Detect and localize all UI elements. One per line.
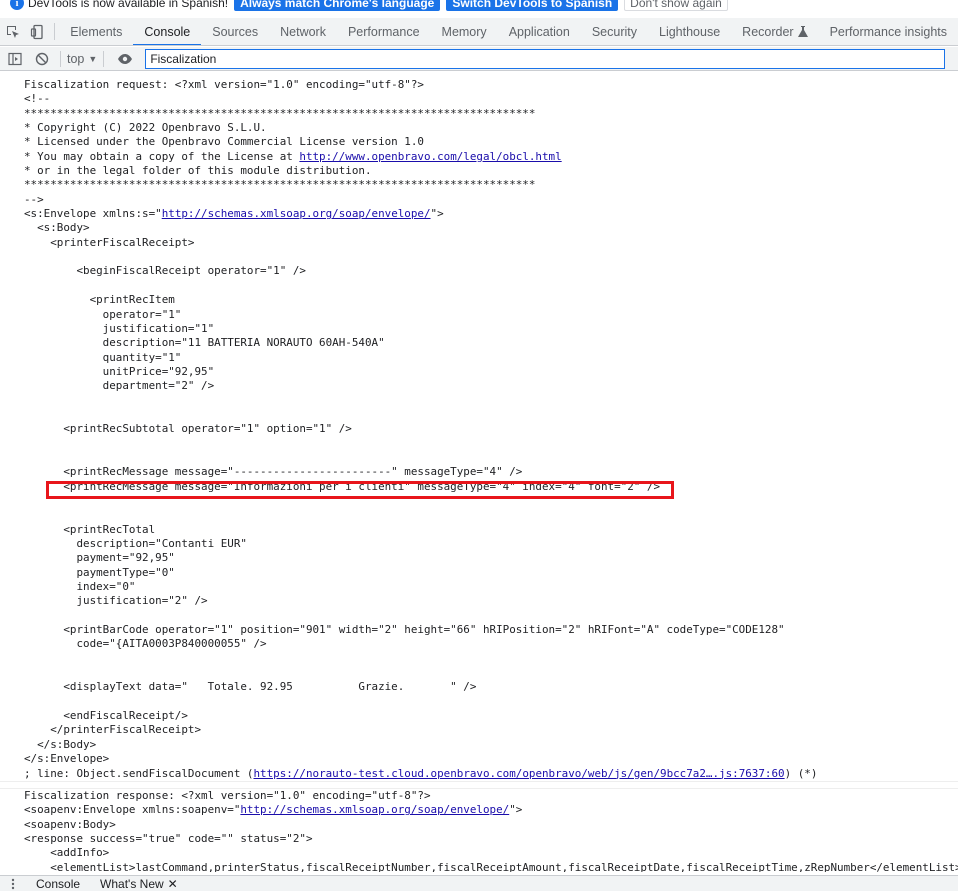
tab-network[interactable]: Network: [269, 18, 337, 45]
tabbar-divider: [54, 23, 56, 40]
log-line: Fiscalization response: <?xml version="1…: [24, 789, 958, 872]
log-line: Fiscalization request: <?xml version="1.…: [24, 78, 818, 780]
tab-lighthouse[interactable]: Lighthouse: [648, 18, 731, 45]
infobar-message: DevTools is now available in Spanish!: [28, 0, 229, 10]
switch-to-spanish-button[interactable]: Switch DevTools to Spanish: [446, 0, 619, 11]
clear-console-icon[interactable]: [30, 48, 54, 70]
tab-memory[interactable]: Memory: [431, 18, 498, 45]
flask-icon: [797, 25, 808, 37]
tab-performance-insights[interactable]: Performance insights: [819, 18, 958, 45]
tab-security[interactable]: Security: [581, 18, 648, 45]
bottom-drawer: Console What's New ✕: [0, 875, 958, 891]
language-infobar: i DevTools is now available in Spanish! …: [0, 0, 958, 11]
toolbar-divider: [60, 50, 61, 67]
show-sidebar-icon[interactable]: [3, 48, 27, 70]
more-tools-icon[interactable]: [0, 878, 26, 890]
live-expression-eye-icon[interactable]: [113, 48, 137, 70]
soap-envelope-link[interactable]: http://schemas.xmlsoap.org/soap/envelope…: [240, 803, 509, 816]
device-toolbar-icon[interactable]: [25, 18, 50, 45]
soap-envelope-link[interactable]: http://schemas.xmlsoap.org/soap/envelope…: [162, 207, 431, 220]
drawer-tab-console[interactable]: Console: [26, 877, 90, 891]
toolbar-divider: [103, 50, 105, 67]
context-value: top: [67, 51, 85, 66]
tab-recorder[interactable]: Recorder: [731, 18, 818, 45]
devtools-tabbar: Elements Console Sources Network Perform…: [0, 18, 958, 46]
console-message-response: Fiscalization response: <?xml version="1…: [0, 788, 958, 872]
tab-application[interactable]: Application: [498, 18, 581, 45]
drawer-tab-whats-new[interactable]: What's New ✕: [90, 877, 188, 891]
always-match-language-button[interactable]: Always match Chrome's language: [234, 0, 441, 11]
close-icon[interactable]: ✕: [168, 877, 178, 891]
tab-console[interactable]: Console: [133, 18, 202, 45]
console-toolbar: top ▼: [0, 47, 958, 71]
console-message-request: Fiscalization request: <?xml version="1.…: [0, 78, 958, 782]
tab-sources[interactable]: Sources: [201, 18, 269, 45]
tab-performance[interactable]: Performance: [337, 18, 431, 45]
license-link[interactable]: http://www.openbravo.com/legal/obcl.html: [299, 150, 561, 163]
console-filter-input[interactable]: [145, 48, 946, 69]
tab-recorder-label: Recorder: [742, 24, 794, 39]
source-location-link[interactable]: https://norauto-test.cloud.openbravo.com…: [254, 767, 785, 780]
context-selector[interactable]: top ▼: [67, 52, 97, 66]
info-icon: i: [10, 0, 24, 10]
tab-elements[interactable]: Elements: [59, 18, 133, 45]
inspect-element-icon[interactable]: [0, 18, 25, 45]
console-output: Fiscalization request: <?xml version="1.…: [0, 72, 958, 872]
dont-show-again-button[interactable]: Don't show again: [624, 0, 728, 11]
dropdown-arrow-icon: ▼: [88, 53, 98, 64]
highlighted-message-line: <printRecMessage message="Informazioni p…: [24, 479, 661, 493]
